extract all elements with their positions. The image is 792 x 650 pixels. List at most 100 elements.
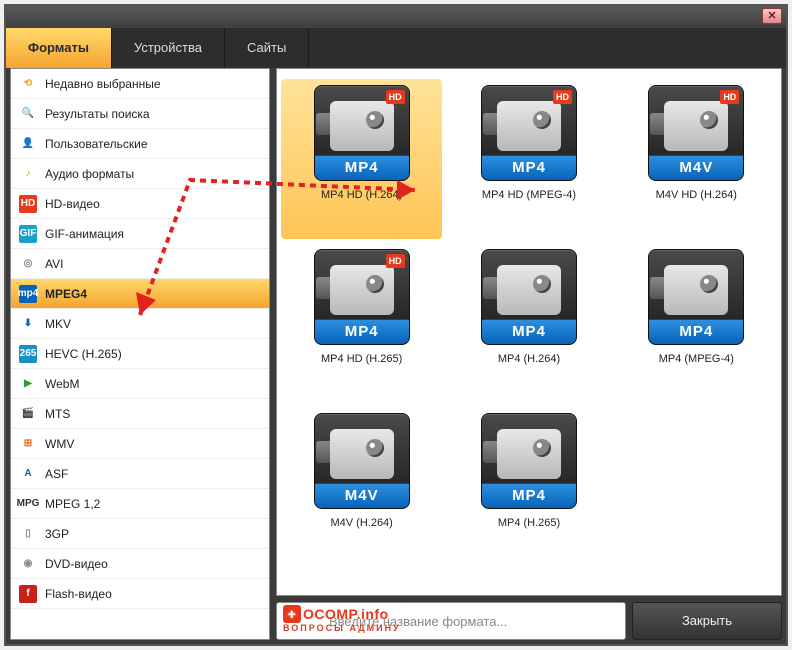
category-sidebar: ⟲ Недавно выбранные 🔍 Результаты поиска 👤 Пол… [10, 68, 270, 640]
format-thumbnail: MP4 [481, 413, 577, 509]
sidebar-item-mts[interactable]: 🎬 MTS [11, 399, 269, 429]
sidebar-item-3gp[interactable]: ▯ 3GP [11, 519, 269, 549]
format-thumbnail: MP4 [481, 249, 577, 345]
category-label: Недавно выбранные [45, 77, 161, 91]
codec-band: MP4 [482, 155, 576, 180]
category-label: WMV [45, 437, 74, 451]
category-label: MPEG 1,2 [45, 497, 100, 511]
tab-devices[interactable]: Устройства [112, 28, 225, 68]
format-label: MP4 HD (H.264) [321, 189, 402, 201]
sidebar-item-flash-[interactable]: fFlash-видео [11, 579, 269, 609]
category-icon: ⊞ [19, 435, 37, 453]
sidebar-item--[interactable]: ⟲ Недавно выбранные [11, 69, 269, 99]
category-icon: 🔍 [19, 105, 37, 123]
sidebar-item-asf[interactable]: A ASF [11, 459, 269, 489]
format-label: MP4 (MPEG-4) [659, 353, 734, 365]
footer-bar: Введите название формата... +OCOMP.info … [276, 602, 782, 640]
hd-badge: HD [553, 90, 572, 104]
category-label: ASF [45, 467, 68, 481]
codec-band: MP4 [649, 319, 743, 344]
format-label: MP4 HD (H.265) [321, 353, 402, 365]
codec-band: MP4 [482, 483, 576, 508]
dialog-frame: ✕ Форматы Устройства Сайты ⟲ Недавно выбр… [4, 4, 788, 646]
category-icon: A [19, 465, 37, 483]
format-item-mp4-hd-h-264-[interactable]: HD MP4 MP4 HD (H.264) [281, 79, 442, 239]
format-label: M4V (H.264) [330, 517, 392, 529]
camcorder-icon [497, 429, 561, 479]
camcorder-icon [664, 101, 728, 151]
codec-band: MP4 [315, 319, 409, 344]
format-item-mp4-hd-mpeg-4-[interactable]: HD MP4 MP4 HD (MPEG-4) [448, 79, 609, 239]
main-panel: HDMP4MP4 HD (H.264)HDMP4MP4 HD (MPEG-4)H… [276, 68, 782, 640]
category-icon: ⬇ [19, 315, 37, 333]
category-icon: 👤 [19, 135, 37, 153]
hd-badge: HD [386, 254, 405, 268]
sidebar-item-dvd-[interactable]: ◉ DVD-видео [11, 549, 269, 579]
format-thumbnail: HDM4V [648, 85, 744, 181]
category-label: 3GP [45, 527, 69, 541]
category-icon: ⟲ [19, 75, 37, 93]
format-item-mp4-h-264-[interactable]: MP4MP4 (H.264) [448, 243, 609, 403]
camcorder-icon [497, 101, 561, 151]
category-icon: GIF [19, 225, 37, 243]
format-thumbnail: MP4 [648, 249, 744, 345]
codec-band: M4V [315, 483, 409, 508]
category-label: Аудио форматы [45, 167, 134, 181]
category-label: MTS [45, 407, 70, 421]
format-label: M4V HD (H.264) [656, 189, 737, 201]
camcorder-icon [664, 265, 728, 315]
sidebar-item-mpeg4[interactable]: mp4MPEG4 [11, 279, 269, 309]
format-item-m4v-h-264-[interactable]: M4V M4V (H.264) [281, 407, 442, 567]
category-label: MPEG4 [45, 287, 87, 301]
sidebar-item-hd-[interactable]: HD HD-видео [11, 189, 269, 219]
format-item-m4v-hd-h-264-[interactable]: HDM4V M4V HD (H.264) [616, 79, 777, 239]
format-thumbnail: HD MP4 [314, 85, 410, 181]
search-input[interactable]: Введите название формата... +OCOMP.info … [276, 602, 626, 640]
category-label: HEVC (H.265) [45, 347, 122, 361]
category-icon: ▶ [19, 375, 37, 393]
camcorder-icon [497, 265, 561, 315]
category-label: MKV [45, 317, 71, 331]
format-thumbnail: M4V [314, 413, 410, 509]
sidebar-item-hevc-h-265-[interactable]: 265 HEVC (H.265) [11, 339, 269, 369]
sidebar-item-mkv[interactable]: ⬇ MKV [11, 309, 269, 339]
category-icon: 🎬 [19, 405, 37, 423]
sidebar-item--[interactable]: ♪Аудио форматы [11, 159, 269, 189]
format-label: MP4 HD (MPEG-4) [482, 189, 576, 201]
codec-band: MP4 [315, 155, 409, 180]
camcorder-icon [330, 101, 394, 151]
plus-icon: + [283, 605, 301, 623]
titlebar: ✕ [6, 6, 786, 28]
category-icon: f [19, 585, 37, 603]
category-icon: HD [19, 195, 37, 213]
category-icon: ◉ [19, 555, 37, 573]
category-icon: ▯ [19, 525, 37, 543]
sidebar-item--[interactable]: 🔍 Результаты поиска [11, 99, 269, 129]
format-item-mp4-mpeg-4-[interactable]: MP4 MP4 (MPEG-4) [616, 243, 777, 403]
category-label: AVI [45, 257, 63, 271]
tab-formats[interactable]: Форматы [6, 28, 112, 68]
category-label: HD-видео [45, 197, 100, 211]
category-label: DVD-видео [45, 557, 108, 571]
sidebar-item-wmv[interactable]: ⊞ WMV [11, 429, 269, 459]
sidebar-item-gif-[interactable]: GIFGIF-анимация [11, 219, 269, 249]
category-icon: MPG [19, 495, 37, 513]
camcorder-icon [330, 265, 394, 315]
format-item-mp4-hd-h-265-[interactable]: HD MP4 MP4 HD (H.265) [281, 243, 442, 403]
codec-band: MP4 [482, 319, 576, 344]
category-icon: ◎ [19, 255, 37, 273]
format-grid: HDMP4MP4 HD (H.264)HDMP4MP4 HD (MPEG-4)H… [276, 68, 782, 596]
tab-bar: Форматы Устройства Сайты [6, 28, 786, 68]
category-icon: 265 [19, 345, 37, 363]
sidebar-item-webm[interactable]: ▶WebM [11, 369, 269, 399]
sidebar-item-mpeg-1-2[interactable]: MPG MPEG 1,2 [11, 489, 269, 519]
close-button[interactable]: Закрыть [632, 602, 782, 640]
hd-badge: HD [386, 90, 405, 104]
sidebar-item--[interactable]: 👤 Пользовательские [11, 129, 269, 159]
window-close-button[interactable]: ✕ [762, 8, 782, 24]
category-label: Результаты поиска [45, 107, 150, 121]
sidebar-item-avi[interactable]: ◎ AVI [11, 249, 269, 279]
format-item-mp4-h-265-[interactable]: MP4MP4 (H.265) [448, 407, 609, 567]
category-label: Пользовательские [45, 137, 148, 151]
tab-sites[interactable]: Сайты [225, 28, 309, 68]
